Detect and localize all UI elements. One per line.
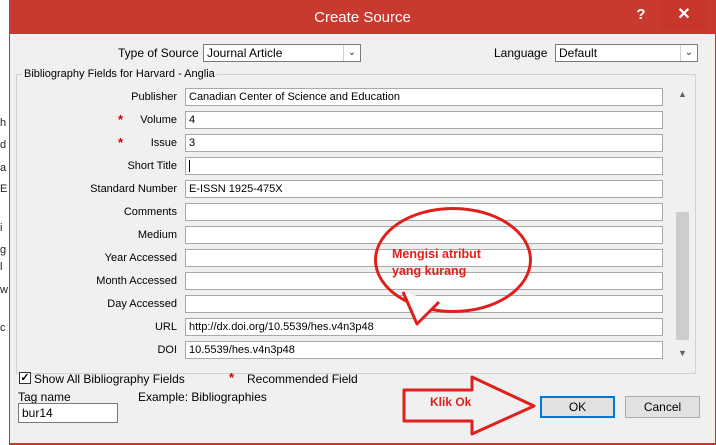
- publisher-input[interactable]: Canadian Center of Science and Education: [185, 88, 663, 106]
- doc-char: a: [0, 162, 7, 174]
- scrollbar-thumb[interactable]: [676, 212, 689, 340]
- show-all-fields-label[interactable]: Show All Bibliography Fields: [34, 370, 185, 388]
- group-title: Bibliography Fields for Harvard - Anglia: [22, 67, 217, 81]
- issue-input[interactable]: 3: [185, 134, 663, 152]
- close-button[interactable]: ✕: [659, 0, 709, 30]
- short-title-input[interactable]: [185, 157, 663, 175]
- title-bar[interactable]: Create Source ? ✕: [9, 0, 716, 34]
- language-value: Default: [559, 46, 598, 60]
- doc-char: E: [0, 183, 8, 195]
- field-label-short-title: Short Title: [127, 160, 177, 172]
- volume-input[interactable]: 4: [185, 111, 663, 129]
- field-label-doi: DOI: [157, 344, 177, 356]
- type-of-source-label: Type of Source: [118, 46, 199, 60]
- field-label-publisher: Publisher: [131, 91, 177, 103]
- example-label: Example: Bibliographies: [138, 390, 267, 404]
- recommended-star: *: [229, 370, 235, 385]
- doc-char: g: [0, 244, 7, 256]
- field-label-volume: Volume: [140, 114, 177, 126]
- cancel-button[interactable]: Cancel: [625, 396, 700, 418]
- field-label-issue: Issue: [150, 137, 177, 149]
- field-label-url: URL: [154, 321, 177, 333]
- show-all-fields-checkbox[interactable]: ✓: [19, 372, 31, 384]
- annotation-arrow-text: Klik Ok: [430, 395, 472, 409]
- annotation-bubble-tail: [401, 291, 441, 326]
- help-button[interactable]: ?: [629, 4, 653, 26]
- standard-number-input[interactable]: E-ISSN 1925-475X: [185, 180, 663, 198]
- field-label-standard-number: Standard Number: [90, 183, 177, 195]
- language-select[interactable]: Default ⌄: [555, 44, 698, 62]
- recommended-field-label: Recommended Field: [247, 372, 358, 386]
- scroll-down-icon[interactable]: ▼: [674, 345, 691, 361]
- doc-char: c: [0, 322, 6, 334]
- doc-char: l: [0, 261, 3, 273]
- ok-button[interactable]: OK: [540, 396, 615, 418]
- type-of-source-value: Journal Article: [207, 46, 283, 60]
- dialog-body: Type of Source Journal Article ⌄ Languag…: [10, 34, 715, 443]
- chevron-down-icon[interactable]: ⌄: [680, 45, 697, 61]
- type-of-source-select[interactable]: Journal Article ⌄: [203, 44, 361, 62]
- dialog-title: Create Source: [314, 9, 411, 26]
- tag-name-input[interactable]: bur14: [18, 403, 118, 423]
- doi-input[interactable]: 10.5539/hes.v4n3p48: [185, 341, 663, 359]
- fields-scrollbar[interactable]: ▲ ▼: [674, 86, 691, 361]
- field-label-day-accessed: Day Accessed: [107, 298, 177, 310]
- annotation-text: Mengisi atribut yang kurang: [392, 246, 481, 280]
- field-label-medium: Medium: [137, 229, 177, 241]
- scroll-up-icon[interactable]: ▲: [674, 86, 691, 102]
- field-label-year-accessed: Year Accessed: [104, 252, 177, 264]
- annotation-line-1: Mengisi atribut: [392, 247, 481, 261]
- create-source-dialog: Create Source ? ✕ Type of Source Journal…: [9, 0, 716, 445]
- chevron-down-icon[interactable]: ⌄: [343, 45, 360, 61]
- doc-char: h: [0, 117, 7, 129]
- doc-char: i: [0, 222, 3, 234]
- text-caret: [189, 160, 190, 173]
- field-label-month-accessed: Month Accessed: [96, 275, 177, 287]
- language-label: Language: [494, 46, 548, 60]
- doc-char: w: [0, 284, 8, 296]
- field-label-comments: Comments: [123, 206, 177, 218]
- annotation-line-2: yang kurang: [392, 264, 467, 278]
- doc-char: d: [0, 139, 7, 151]
